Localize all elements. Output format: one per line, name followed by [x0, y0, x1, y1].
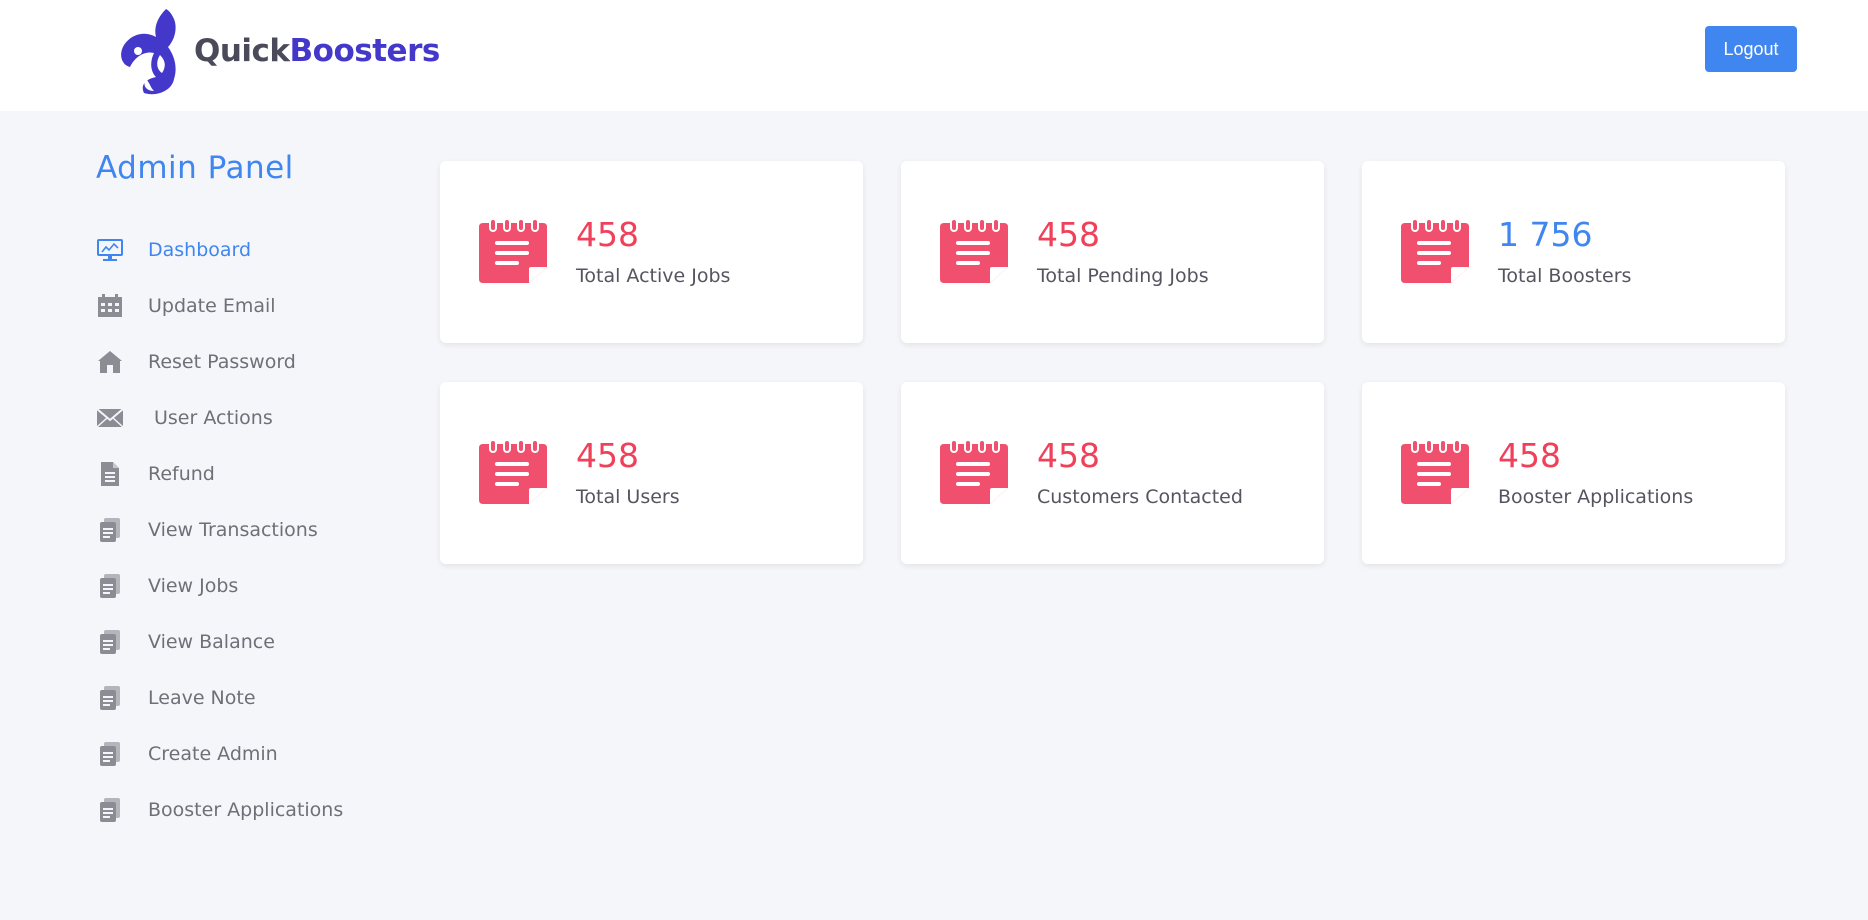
stat-label: Total Boosters — [1498, 264, 1632, 287]
stat-text: 458 Customers Contacted — [1037, 439, 1243, 508]
sidebar-item-booster-applications[interactable]: Booster Applications — [96, 782, 396, 838]
sidebar-item-label: Create Admin — [148, 743, 278, 765]
sidebar-item-label: User Actions — [154, 407, 273, 429]
documents-icon — [96, 741, 124, 767]
stat-card-active-jobs[interactable]: 458 Total Active Jobs — [440, 161, 863, 343]
sidebar-item-label: View Jobs — [148, 575, 239, 597]
calendar-icon — [96, 293, 124, 319]
stat-label: Total Users — [576, 485, 680, 508]
sidebar-item-view-jobs[interactable]: View Jobs — [96, 558, 396, 614]
stat-text: 458 Booster Applications — [1498, 439, 1693, 508]
stat-text: 458 Total Pending Jobs — [1037, 218, 1209, 287]
sidebar-item-reset-password[interactable]: Reset Password — [96, 334, 396, 390]
stat-text: 458 Total Active Jobs — [576, 218, 730, 287]
stat-value: 458 — [576, 214, 639, 254]
stat-label: Customers Contacted — [1037, 485, 1243, 508]
sidebar-item-create-admin[interactable]: Create Admin — [96, 726, 396, 782]
stat-text: 458 Total Users — [576, 439, 680, 508]
notepad-icon — [940, 440, 1008, 504]
sidebar-title: Admin Panel — [96, 150, 294, 186]
envelope-icon — [96, 405, 124, 431]
stat-card-pending-jobs[interactable]: 458 Total Pending Jobs — [901, 161, 1324, 343]
sidebar-item-view-transactions[interactable]: View Transactions — [96, 502, 396, 558]
stat-text: 1 756 Total Boosters — [1498, 218, 1631, 287]
stat-card-boosters[interactable]: 1 756 Total Boosters — [1362, 161, 1785, 343]
stat-value: 458 — [1037, 435, 1100, 475]
documents-icon — [96, 797, 124, 823]
sidebar-item-label: View Balance — [148, 631, 275, 653]
stat-card-customers-contacted[interactable]: 458 Customers Contacted — [901, 382, 1324, 564]
stat-card-users[interactable]: 458 Total Users — [440, 382, 863, 564]
stat-value: 458 — [1037, 214, 1100, 254]
notepad-icon — [479, 440, 547, 504]
sidebar-item-update-email[interactable]: Update Email — [96, 278, 396, 334]
stat-label: Total Active Jobs — [576, 264, 731, 287]
stats-grid: 458 Total Active Jobs 458 Total Pending … — [440, 161, 1785, 564]
sidebar-item-dashboard[interactable]: Dashboard — [96, 222, 396, 278]
brand-logo[interactable]: QuickBoosters — [116, 4, 440, 98]
sidebar-item-user-actions[interactable]: User Actions — [96, 390, 396, 446]
sidebar-item-label: Reset Password — [148, 351, 296, 373]
file-icon — [96, 461, 124, 487]
sidebar-item-label: Booster Applications — [148, 799, 344, 821]
monitor-chart-icon — [96, 237, 124, 263]
documents-icon — [96, 629, 124, 655]
brand-name-part2: Boosters — [289, 33, 441, 69]
documents-icon — [96, 517, 124, 543]
stat-value: 458 — [576, 435, 639, 475]
sidebar-item-label: Leave Note — [148, 687, 256, 709]
sidebar-item-label: Dashboard — [148, 239, 252, 261]
brand-name: QuickBoosters — [194, 33, 440, 69]
stat-value: 1 756 — [1498, 214, 1593, 254]
stat-label: Booster Applications — [1498, 485, 1694, 508]
sidebar: Admin Panel Dashboard Update Email Reset… — [96, 150, 396, 838]
notepad-icon — [479, 219, 547, 283]
stat-card-booster-applications[interactable]: 458 Booster Applications — [1362, 382, 1785, 564]
sidebar-item-refund[interactable]: Refund — [96, 446, 396, 502]
sidebar-item-leave-note[interactable]: Leave Note — [96, 670, 396, 726]
sidebar-item-label: View Transactions — [148, 519, 318, 541]
documents-icon — [96, 573, 124, 599]
sidebar-item-view-balance[interactable]: View Balance — [96, 614, 396, 670]
sidebar-item-label: Refund — [148, 463, 215, 485]
rocket-logo-icon — [121, 9, 176, 95]
stat-label: Total Pending Jobs — [1037, 264, 1209, 287]
notepad-icon — [940, 219, 1008, 283]
stat-value: 458 — [1498, 435, 1561, 475]
notepad-icon — [1401, 219, 1469, 283]
documents-icon — [96, 685, 124, 711]
notepad-icon — [1401, 440, 1469, 504]
brand-name-part1: Quick — [194, 33, 290, 69]
sidebar-item-label: Update Email — [148, 295, 276, 317]
top-bar: QuickBoosters Logout — [0, 0, 1868, 111]
logout-button[interactable]: Logout — [1705, 26, 1797, 72]
home-icon — [96, 349, 124, 375]
